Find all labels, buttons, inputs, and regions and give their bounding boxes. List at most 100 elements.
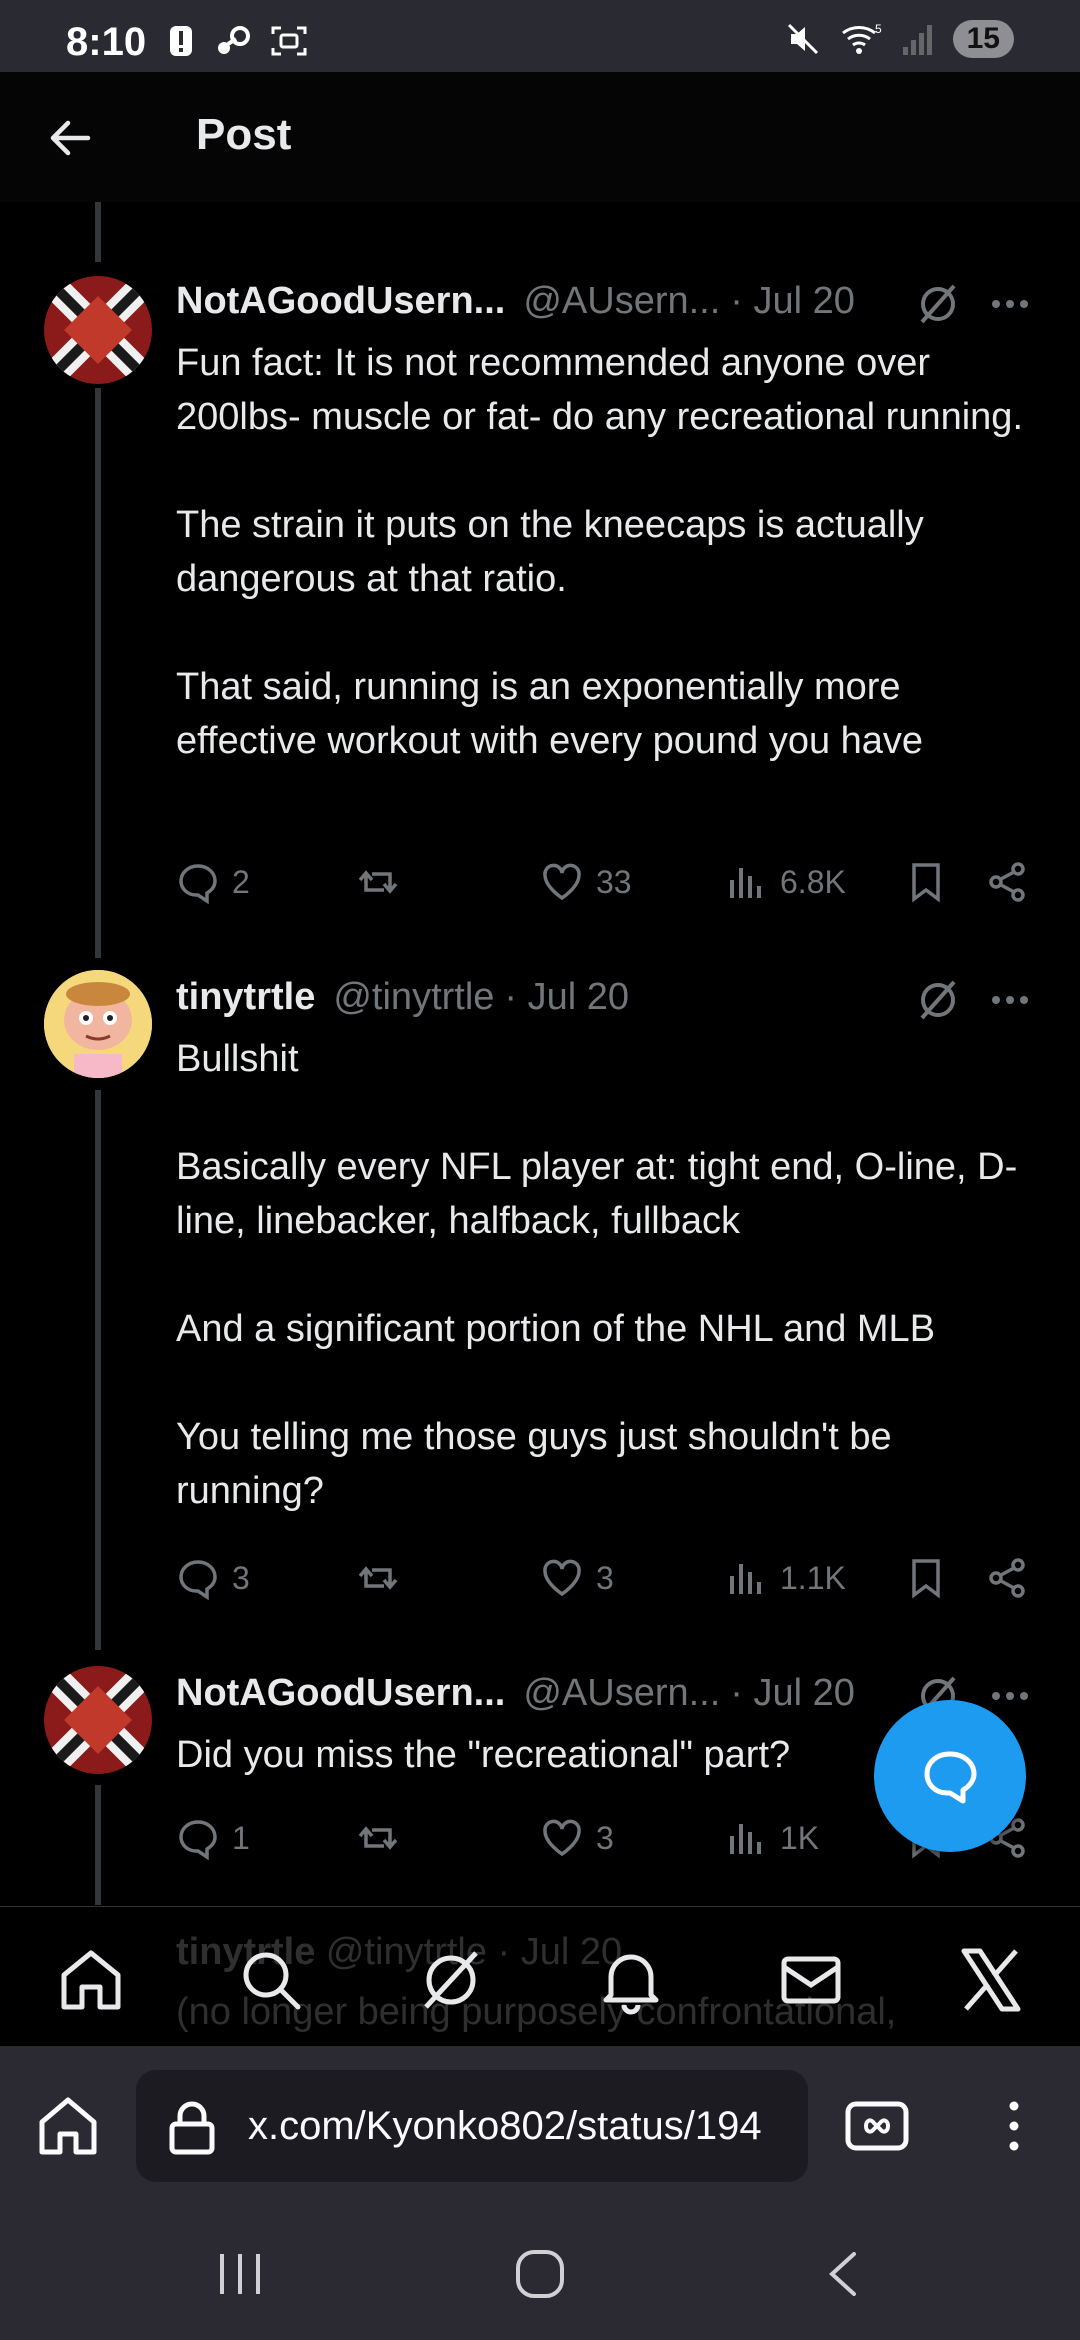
post-header: NotAGoodUsern... @AUsern... · Jul 20 (176, 280, 855, 323)
alert-icon (170, 26, 192, 56)
views-icon (730, 1564, 761, 1594)
search-icon[interactable] (236, 1945, 306, 2015)
status-notification-icons (166, 24, 308, 58)
wifi-icon: 5 (841, 22, 882, 54)
reply-button[interactable]: 2 (176, 860, 250, 904)
views-button[interactable]: 1.1K (724, 1556, 846, 1600)
lock-icon (169, 2101, 215, 2155)
post-text: Fun fact: It is not recommended anyone o… (176, 342, 1024, 762)
bottom-nav: tinytrtle @tinytrtle · Jul 20 (no longer… (0, 1906, 1080, 2047)
thread-line-top (95, 202, 101, 262)
thread-line-1 (95, 388, 101, 958)
like-button[interactable]: 33 (540, 860, 632, 904)
reply-count: 1 (232, 1819, 250, 1856)
more-icon[interactable] (988, 1674, 1032, 1718)
views-count: 1K (780, 1819, 820, 1856)
avatar[interactable] (44, 276, 152, 384)
private-mode-icon[interactable] (844, 2096, 910, 2156)
url-text: x.com/Kyonko802/status/194 (248, 2104, 762, 2148)
signal-icon (902, 25, 932, 55)
share-icon[interactable] (986, 860, 1030, 904)
menu-icon[interactable] (996, 2096, 1032, 2156)
svg-text:5: 5 (875, 22, 882, 36)
post-date[interactable]: · Jul 20 (730, 280, 855, 323)
browser-home-icon[interactable] (34, 2092, 102, 2160)
repost-button[interactable] (356, 1556, 412, 1600)
reply-icon (179, 1820, 217, 1860)
post-date[interactable]: · Jul 20 (730, 1672, 855, 1715)
back-nav-icon[interactable] (816, 2246, 872, 2302)
post-actions: 2 33 6.8K (176, 860, 1046, 910)
page-title: Post (196, 110, 292, 159)
grok-icon[interactable] (916, 978, 960, 1022)
author-handle[interactable]: @AUsern... (523, 1672, 720, 1715)
mail-icon[interactable] (776, 1945, 846, 2015)
author-handle[interactable]: @tinytrtle (333, 976, 494, 1019)
android-nav-bar (0, 2206, 1080, 2340)
grok-icon[interactable] (916, 282, 960, 326)
reply-button[interactable]: 1 (176, 1816, 250, 1860)
bookmark-icon[interactable] (904, 1556, 948, 1600)
views-button[interactable]: 1K (724, 1816, 819, 1860)
heart-icon (543, 1559, 581, 1597)
more-icon[interactable] (988, 978, 1032, 1022)
views-count: 1.1K (780, 1559, 846, 1596)
home-nav-icon[interactable] (512, 2246, 568, 2302)
browser-toolbar: x.com/Kyonko802/status/194 (0, 2046, 1080, 2206)
thread-line-3 (95, 1785, 101, 1905)
post-actions: 3 3 1.1K (176, 1556, 1046, 1606)
compose-reply-button[interactable] (874, 1700, 1026, 1852)
grok-icon[interactable] (416, 1945, 486, 2015)
reply-bubble-icon (924, 1751, 977, 1804)
status-bar: 8:10 5 15 (0, 0, 1080, 72)
repost-icon (358, 1826, 398, 1850)
post-header: tinytrtle @tinytrtle · Jul 20 (176, 976, 629, 1019)
heart-icon (543, 1819, 581, 1857)
repost-icon (358, 870, 398, 894)
steam-icon (218, 26, 250, 54)
reply-icon (179, 864, 217, 904)
post-text: Bullshit Basically every NFL player at: … (176, 1038, 1018, 1512)
repost-button[interactable] (356, 860, 412, 904)
url-bar[interactable]: x.com/Kyonko802/status/194 (136, 2070, 808, 2182)
arrow-left-icon[interactable] (44, 112, 96, 164)
x-logo-icon[interactable] (956, 1945, 1026, 2015)
status-time: 8:10 (66, 20, 147, 64)
views-icon (730, 1824, 761, 1854)
reply-count: 2 (232, 863, 250, 900)
bookmark-icon[interactable] (904, 860, 948, 904)
views-count: 6.8K (780, 863, 846, 900)
like-count: 33 (596, 863, 632, 900)
post-date[interactable]: · Jul 20 (504, 976, 629, 1019)
author-handle[interactable]: @AUsern... (523, 280, 720, 323)
screenshot-icon (271, 26, 307, 56)
like-button[interactable]: 3 (540, 1556, 614, 1600)
mute-icon (787, 23, 818, 55)
like-button[interactable]: 3 (540, 1816, 614, 1860)
reply-button[interactable]: 3 (176, 1556, 250, 1600)
share-icon[interactable] (986, 1556, 1030, 1600)
author-name[interactable]: NotAGoodUsern... (176, 1672, 505, 1715)
reply-icon (179, 1560, 217, 1600)
status-system-icons: 5 15 (785, 20, 1014, 58)
views-button[interactable]: 6.8K (724, 860, 846, 904)
author-name[interactable]: NotAGoodUsern... (176, 280, 505, 323)
like-count: 3 (596, 1819, 614, 1856)
home-icon[interactable] (56, 1945, 126, 2015)
more-icon[interactable] (988, 282, 1032, 326)
recents-icon[interactable] (212, 2246, 268, 2302)
avatar[interactable] (44, 970, 152, 1078)
repost-icon (358, 1566, 398, 1590)
repost-button[interactable] (356, 1816, 412, 1860)
post-header: NotAGoodUsern... @AUsern... · Jul 20 (176, 1672, 855, 1715)
battery-indicator: 15 (952, 20, 1014, 58)
views-icon (730, 868, 761, 898)
bell-icon[interactable] (596, 1945, 666, 2015)
heart-icon (543, 863, 581, 901)
avatar[interactable] (44, 1666, 152, 1774)
reply-count: 3 (232, 1559, 250, 1596)
thread-line-2 (95, 1090, 101, 1650)
like-count: 3 (596, 1559, 614, 1596)
author-name[interactable]: tinytrtle (176, 976, 315, 1019)
top-bar: Post (0, 72, 1080, 202)
